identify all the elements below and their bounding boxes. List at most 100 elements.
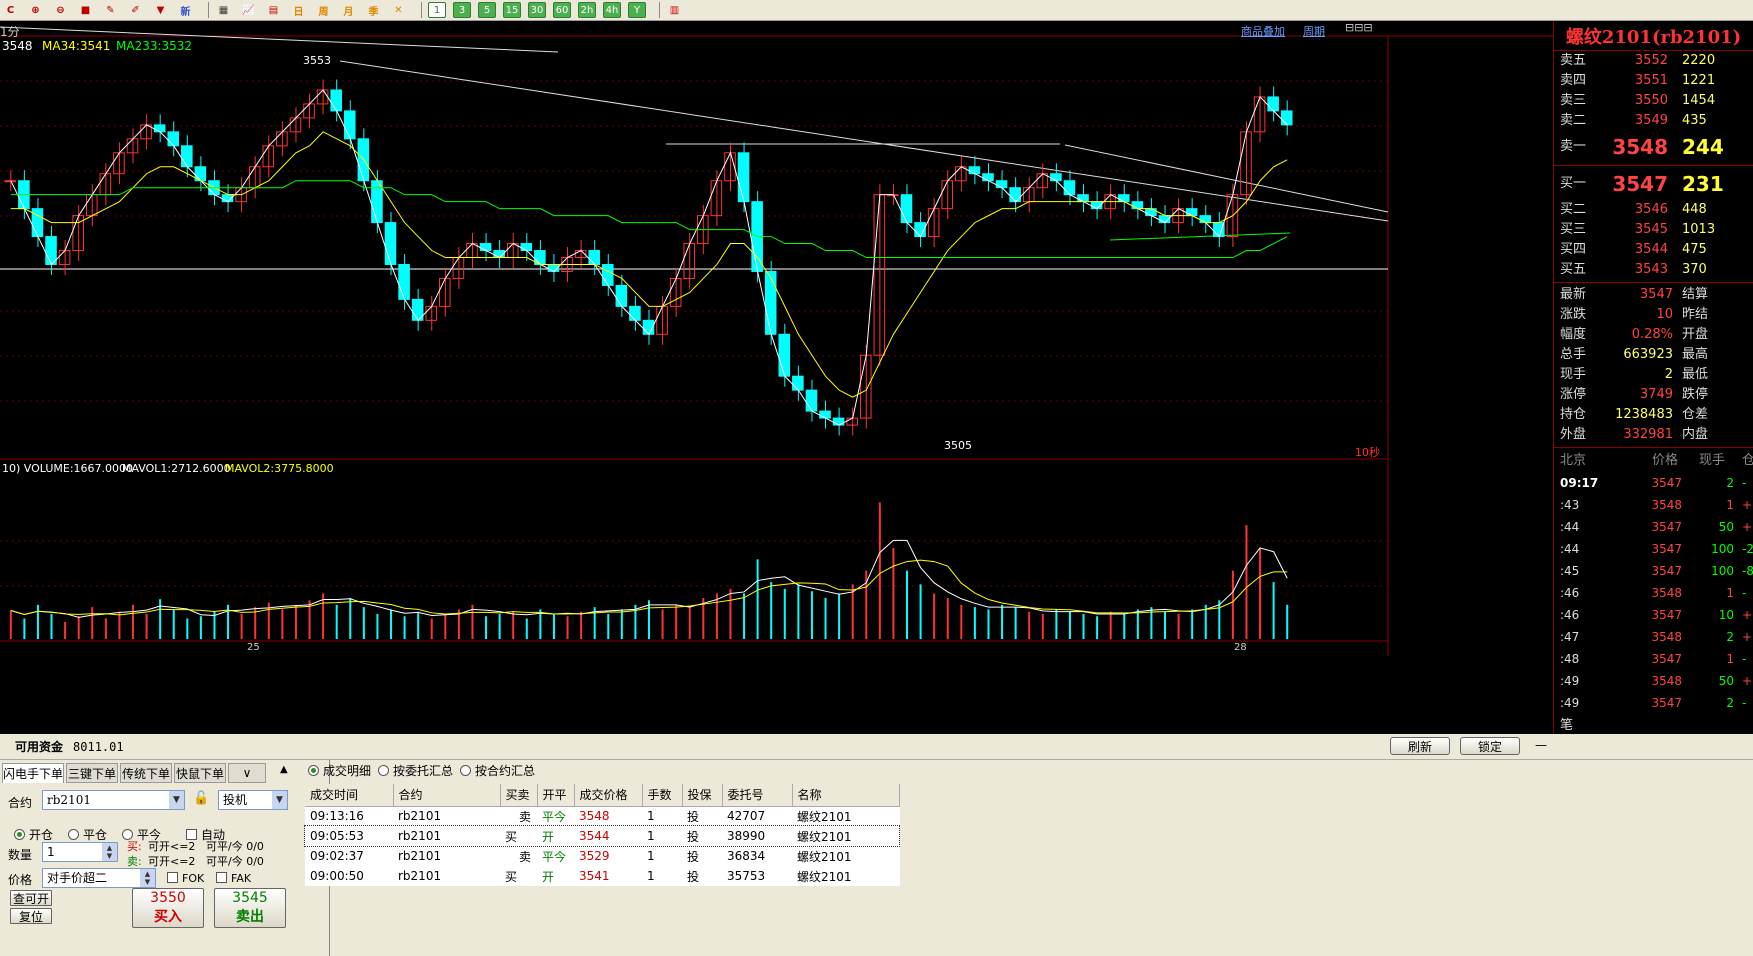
column-header[interactable]: 开平 bbox=[537, 784, 575, 807]
column-header[interactable]: 成交时间 bbox=[305, 784, 394, 807]
period-button-30[interactable]: 30 bbox=[528, 2, 546, 18]
bid-level-1[interactable]: 买一 3547 231 bbox=[1554, 168, 1753, 200]
period-button-2h[interactable]: 2h bbox=[578, 2, 596, 18]
close-icon[interactable]: ✕ bbox=[390, 2, 407, 19]
bid-level-4[interactable]: 买四 3544 475 bbox=[1554, 240, 1753, 260]
stat-row: 幅度 0.28% 开盘 bbox=[1554, 325, 1753, 345]
column-header[interactable]: 成交价格 bbox=[574, 784, 643, 807]
volume-bar bbox=[661, 609, 664, 639]
column-header[interactable]: 合约 bbox=[393, 784, 501, 807]
tab-more-icon[interactable]: ∨ bbox=[228, 763, 266, 783]
radio-open[interactable]: 开仓 bbox=[14, 826, 53, 843]
ask-level-5[interactable]: 卖五 3552 2220 bbox=[1554, 51, 1753, 71]
period-button-60[interactable]: 60 bbox=[553, 2, 571, 18]
month-icon[interactable]: 月 bbox=[340, 2, 357, 19]
season-icon[interactable]: 季 bbox=[365, 2, 382, 19]
fok-label: FOK bbox=[182, 872, 205, 885]
period-button-15[interactable]: 15 bbox=[503, 2, 521, 18]
table-row[interactable]: 09:05:53 rb2101 买 开 3544 1 投 38990 螺纹2101 bbox=[304, 825, 900, 847]
draw-icon[interactable]: ✎ bbox=[102, 2, 119, 19]
period-link[interactable]: 周期 bbox=[1303, 23, 1325, 39]
table-body: 09:13:16 rb2101 卖平今 3548 1 投 42707 螺纹2101 09:05:… bbox=[304, 806, 900, 886]
fok-checkbox[interactable]: FOK bbox=[167, 872, 204, 885]
zoom-in-icon[interactable]: ⊕ bbox=[27, 2, 44, 19]
bid-level-3[interactable]: 买三 3545 1013 bbox=[1554, 220, 1753, 240]
tab-three-key[interactable]: 三键下单 bbox=[66, 763, 118, 783]
kline-icon[interactable]: 📈 bbox=[240, 2, 257, 19]
table-cell: 1 bbox=[647, 869, 655, 883]
table-row[interactable]: 09:00:50 rb2101 买 开 3541 1 投 35753 螺纹2101 bbox=[305, 866, 899, 886]
radio-fill-detail[interactable]: 成交明细 bbox=[308, 762, 371, 779]
tick-row: :46 3548 1- bbox=[1554, 582, 1753, 604]
eraser-icon[interactable]: ✐ bbox=[127, 2, 144, 19]
column-header[interactable]: 买卖 bbox=[500, 784, 538, 807]
period-button-4h[interactable]: 4h bbox=[603, 2, 621, 18]
period-button-5[interactable]: 5 bbox=[478, 2, 496, 18]
period-button-3[interactable]: 3 bbox=[453, 2, 471, 18]
ask-level-3[interactable]: 卖三 3550 1454 bbox=[1554, 91, 1753, 111]
volume-bar bbox=[199, 616, 202, 639]
filter-icon[interactable]: ▼ bbox=[152, 2, 169, 19]
reset-button[interactable]: 复位 bbox=[10, 908, 52, 924]
tick-icon[interactable]: ▤ bbox=[265, 2, 282, 19]
tab-flash-order[interactable]: 闪电手下单 bbox=[2, 763, 64, 783]
volume-bar bbox=[159, 599, 162, 639]
table-icon[interactable]: ▦ bbox=[215, 2, 232, 19]
column-header[interactable]: 委托号 bbox=[722, 784, 793, 807]
color-icon[interactable]: ■ bbox=[77, 2, 94, 19]
tick-row: 09:17 3547 2- bbox=[1554, 472, 1753, 494]
hedge-select[interactable]: 投机 ▼ bbox=[218, 790, 288, 810]
qty-label: 数量 bbox=[8, 848, 33, 862]
bid-level-2[interactable]: 买二 3546 448 bbox=[1554, 200, 1753, 220]
new-button[interactable]: 新 bbox=[177, 2, 194, 19]
column-header[interactable]: 手数 bbox=[642, 784, 683, 807]
refresh-icon[interactable]: C bbox=[2, 2, 19, 19]
tick-row: :49 3547 2- bbox=[1554, 692, 1753, 714]
radio-by-order[interactable]: 按委托汇总 bbox=[378, 762, 453, 779]
ask-level-1[interactable]: 卖一 3548 244 bbox=[1554, 131, 1753, 163]
spinner-icon[interactable]: ▲ ▼ bbox=[140, 869, 155, 887]
spinner-icon[interactable]: ▲ ▼ bbox=[102, 843, 117, 861]
tab-traditional[interactable]: 传统下单 bbox=[120, 763, 172, 783]
ask-level-2[interactable]: 卖二 3549 435 bbox=[1554, 111, 1753, 131]
bid-level-5[interactable]: 买五 3543 370 bbox=[1554, 260, 1753, 280]
period-button-1[interactable]: 1 bbox=[428, 2, 446, 18]
query-button[interactable]: 查可开 bbox=[10, 890, 52, 906]
radio-close[interactable]: 平仓 bbox=[68, 826, 107, 843]
overlay-link[interactable]: 商品叠加 bbox=[1241, 23, 1285, 39]
volume-bar bbox=[240, 613, 243, 639]
stat-label-2: 仓差 bbox=[1682, 407, 1709, 422]
volume-bar bbox=[756, 559, 759, 639]
zoom-out-icon[interactable]: ⊖ bbox=[52, 2, 69, 19]
qty-stepper[interactable]: 1 ▲ ▼ bbox=[42, 842, 118, 862]
collapse-icon[interactable]: ▲ bbox=[280, 764, 288, 775]
lock-button[interactable]: 锁定 bbox=[1460, 737, 1520, 755]
sell-button[interactable]: 3545 卖出 bbox=[214, 888, 286, 928]
kline-chart[interactable]: 1分 3548 MA34:3541 MA233:3532 商品叠加 周期 ⊟⊟⊟… bbox=[0, 21, 1553, 734]
window-controls-icon[interactable]: ⊟⊟⊟ bbox=[1345, 21, 1373, 34]
day-icon[interactable]: 日 bbox=[290, 2, 307, 19]
price-select[interactable]: 对手价超二 ▲ ▼ bbox=[42, 868, 156, 888]
tick-time: :46 bbox=[1560, 586, 1580, 600]
column-header[interactable]: 名称 bbox=[792, 784, 900, 807]
table-row[interactable]: 09:13:16 rb2101 卖平今 3548 1 投 42707 螺纹2101 bbox=[305, 806, 899, 826]
unlock-icon[interactable]: 🔓 bbox=[193, 791, 209, 806]
contract-select[interactable]: rb2101 ▼ bbox=[42, 790, 185, 810]
minimize-icon[interactable]: — bbox=[1535, 738, 1547, 752]
volume-bar bbox=[444, 613, 447, 639]
table-cell: rb2101 bbox=[398, 829, 442, 843]
table-row[interactable]: 09:02:37 rb2101 卖平今 3529 1 投 36834 螺纹2101 bbox=[305, 846, 899, 866]
week-icon[interactable]: 周 bbox=[315, 2, 332, 19]
period-button-Y[interactable]: Y bbox=[628, 2, 646, 18]
refresh-button[interactable]: 刷新 bbox=[1390, 737, 1450, 755]
ask-level-4[interactable]: 卖四 3551 1221 bbox=[1554, 71, 1753, 91]
bid-label: 买五 bbox=[1560, 262, 1587, 277]
column-header[interactable]: 投保 bbox=[682, 784, 723, 807]
bid-price: 3547 bbox=[1612, 172, 1668, 196]
ask-label: 卖五 bbox=[1560, 53, 1587, 68]
calculator-icon[interactable]: ▥ bbox=[666, 2, 683, 19]
radio-by-contract[interactable]: 按合约汇总 bbox=[460, 762, 535, 779]
buy-button[interactable]: 3550 买入 bbox=[132, 888, 204, 928]
fak-checkbox[interactable]: FAK bbox=[216, 872, 251, 885]
tab-quick-mouse[interactable]: 快鼠下单 bbox=[174, 763, 226, 783]
